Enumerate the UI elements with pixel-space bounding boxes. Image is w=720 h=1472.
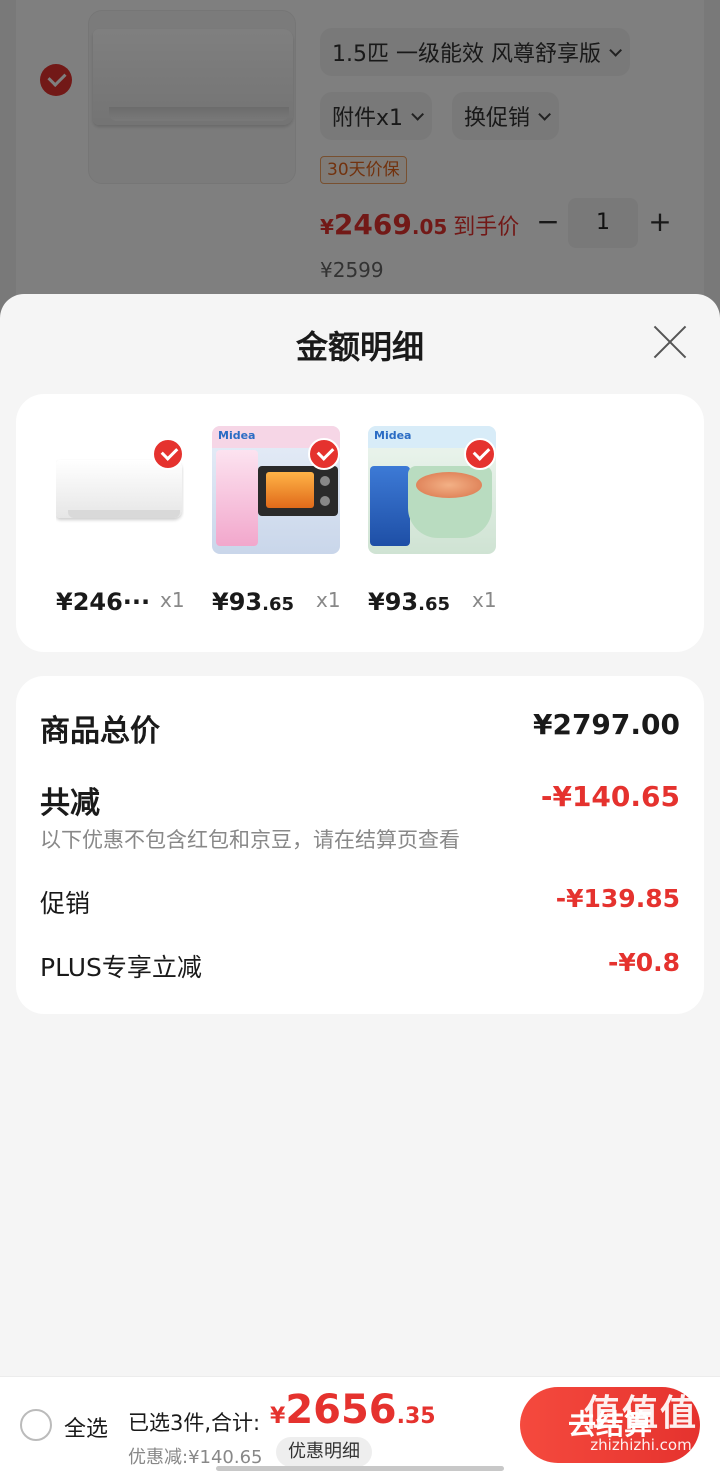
price-summary-card: 商品总价 ¥2797.00 共减 -¥140.65 以下优惠不包含红包和京豆，请… — [16, 676, 704, 1014]
select-all-label[interactable]: 全选 — [64, 1411, 108, 1443]
cooker-food — [416, 472, 482, 498]
total-price-value: ¥2797.00 — [532, 708, 680, 741]
close-icon[interactable] — [652, 324, 688, 360]
total-reduction-label: 共减 — [40, 786, 100, 821]
oven-window — [266, 472, 314, 508]
product-quantity: x1 — [472, 588, 497, 612]
product-checkbox[interactable] — [308, 438, 340, 470]
products-card: ¥246··· x1 Midea ¥93.65 x1 Midea ¥93.65 … — [16, 394, 704, 652]
promotion-value: -¥139.85 — [555, 884, 680, 913]
oven-knob — [320, 496, 330, 506]
promo-poster — [216, 450, 258, 546]
home-indicator[interactable] — [216, 1466, 504, 1471]
cart-background: 1.5匹 一级能效 风尊舒享版 附件x1 换促销 30天价保 ¥2469.05到… — [0, 0, 720, 320]
amount-detail-sheet: 金额明细 ¥246··· x1 Midea ¥93.65 x1 Midea ¥9… — [0, 294, 720, 1376]
brand-logo: Midea — [374, 429, 412, 442]
dim-overlay[interactable] — [0, 0, 720, 320]
product-checkbox[interactable] — [152, 438, 184, 470]
plus-discount-label: PLUS专享立减 — [40, 953, 202, 982]
select-all-checkbox[interactable] — [20, 1409, 52, 1441]
total-decimal: .35 — [396, 1404, 436, 1429]
product-quantity: x1 — [316, 588, 341, 612]
sheet-title: 金额明细 — [295, 328, 424, 366]
product-checkbox[interactable] — [464, 438, 496, 470]
promo-poster — [370, 466, 410, 546]
total-integer: 2656 — [285, 1387, 397, 1433]
watermark: 值值值 zhizhizhi.com — [566, 1384, 716, 1454]
product-price-decimal: .65 — [418, 594, 450, 615]
product-price-decimal: .65 — [262, 594, 294, 615]
total-reduction-value: -¥140.65 — [540, 780, 680, 813]
brand-logo: Midea — [218, 429, 256, 442]
selected-count-text: 已选3件,合计: — [128, 1411, 261, 1435]
watermark-url: zhizhizhi.com — [590, 1436, 692, 1454]
discount-note: 以下优惠不包含红包和京豆，请在结算页查看 — [40, 828, 460, 852]
watermark-logo: 值值值 — [583, 1393, 698, 1434]
product-price-main: ¥246··· — [56, 588, 151, 616]
product-price-main: ¥93 — [212, 588, 263, 616]
promotion-label: 促销 — [40, 889, 91, 918]
total-price-label: 商品总价 — [40, 714, 160, 749]
plus-discount-value: -¥0.8 — [607, 948, 680, 977]
product-price-main: ¥93 — [368, 588, 419, 616]
discount-detail-button[interactable]: 优惠明细 — [276, 1437, 372, 1467]
air-conditioner-vent — [68, 510, 180, 518]
total-currency: ¥ — [270, 1404, 286, 1429]
product-quantity: x1 — [160, 588, 185, 612]
checkout-total-price: ¥2656.35 — [270, 1387, 436, 1433]
oven-knob — [320, 476, 330, 486]
